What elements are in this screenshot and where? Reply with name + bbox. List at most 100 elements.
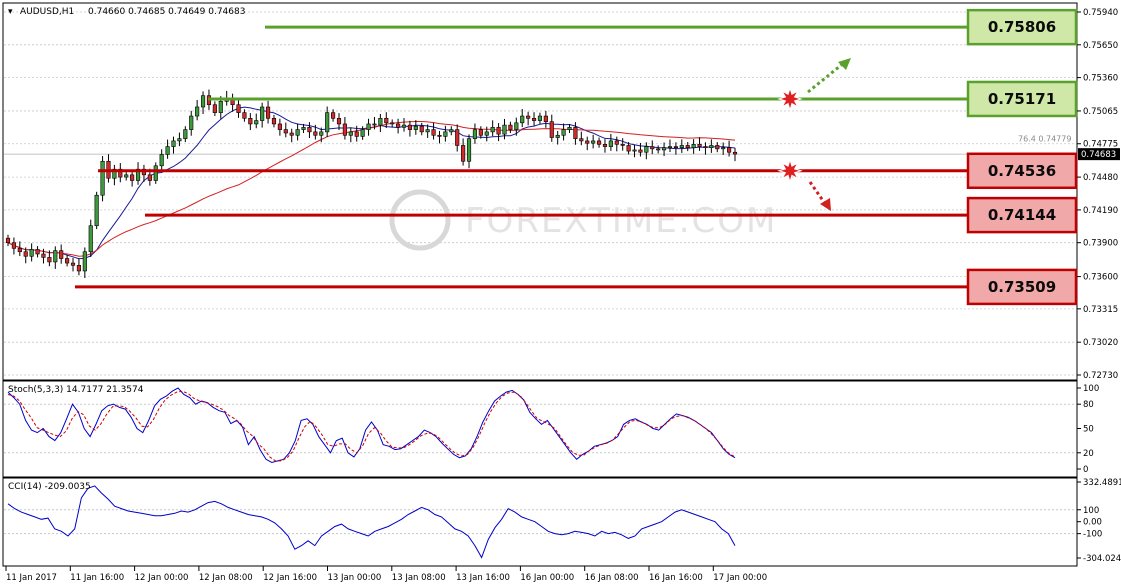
chart-canvas: 76.4 0.74779 FOREXTIME.COM 0.75806 0.7517… xyxy=(0,0,1121,588)
candle-bear xyxy=(496,127,501,135)
candle-bull xyxy=(171,140,176,147)
candle-bull xyxy=(401,124,407,128)
burst-icon xyxy=(777,86,803,112)
candle-bear xyxy=(437,134,442,137)
candle-bull xyxy=(195,106,200,117)
candle-bull xyxy=(413,125,418,130)
candle-bear xyxy=(396,123,401,128)
candle-bull xyxy=(124,174,129,178)
candle-bear xyxy=(271,117,277,125)
candle-bear xyxy=(47,257,52,263)
candle-bull xyxy=(53,250,58,263)
candle-bull xyxy=(608,140,613,147)
candle-bear xyxy=(656,148,661,151)
candle-bull xyxy=(301,127,306,130)
candle-bull xyxy=(632,149,637,152)
candle-bull xyxy=(502,124,507,135)
candle-bear xyxy=(313,131,318,136)
price-tick-label: 0.73600 xyxy=(1083,273,1118,283)
time-tick-label: 12 Jan 16:00 xyxy=(263,573,317,583)
candle-bear xyxy=(673,146,678,149)
fib-label: 76.4 0.74779 xyxy=(1018,134,1071,143)
candle-bear xyxy=(372,123,377,126)
cci-title: CCI(14) -209.0035 xyxy=(8,482,91,492)
candle-bear xyxy=(431,129,436,136)
stoch-tick-label: 50 xyxy=(1083,425,1094,435)
candle-bear xyxy=(620,144,625,146)
candle-bear xyxy=(147,174,152,181)
level-label-0.75806: 0.75806 xyxy=(988,18,1056,36)
candle-bear xyxy=(531,117,537,121)
candle-bear xyxy=(212,104,217,113)
candle-bear xyxy=(342,123,347,136)
price-tick-label: 0.74190 xyxy=(1083,206,1118,216)
current-price-label: 0.74683 xyxy=(1081,150,1116,160)
candle-bear xyxy=(70,262,76,266)
candle-bear xyxy=(508,124,513,130)
price-tick-label: 0.74480 xyxy=(1083,173,1118,183)
candle-bull xyxy=(721,147,726,150)
time-tick-label: 12 Jan 08:00 xyxy=(199,573,253,583)
candle-bear xyxy=(59,250,64,259)
candle-bear xyxy=(638,149,643,153)
time-tick-label: 16 Jan 16:00 xyxy=(649,573,703,583)
candle-bull xyxy=(165,146,170,155)
candle-bull xyxy=(29,249,34,257)
candle-bull xyxy=(490,127,495,133)
candle-bear xyxy=(455,129,460,146)
stoch-tick-label: 80 xyxy=(1083,400,1094,410)
candle-bear xyxy=(602,144,608,147)
cci-tick-label: 0.00 xyxy=(1083,518,1102,528)
candle-bear xyxy=(23,251,28,257)
candle-bear xyxy=(289,132,294,136)
level-label-0.74144: 0.74144 xyxy=(988,206,1056,224)
price-tick-label: 0.75065 xyxy=(1083,107,1118,117)
candle-bear xyxy=(549,121,554,138)
candle-bull xyxy=(537,115,543,121)
candle-bull xyxy=(82,251,87,272)
time-tick-label: 13 Jan 16:00 xyxy=(456,573,510,583)
candle-bull xyxy=(567,127,572,130)
stoch-tick-label: 0 xyxy=(1083,465,1088,475)
candle-bull xyxy=(88,225,93,253)
candle-bull xyxy=(94,194,99,227)
candle-bull xyxy=(254,120,259,125)
candle-bear xyxy=(384,117,389,124)
time-tick-label: 16 Jan 00:00 xyxy=(520,573,574,583)
candle-bear xyxy=(585,140,590,144)
candle-bull xyxy=(295,129,300,136)
time-tick-label: 13 Jan 00:00 xyxy=(328,573,382,583)
candle-bull xyxy=(177,138,182,142)
level-label-0.74536: 0.74536 xyxy=(988,162,1056,180)
candle-bear xyxy=(685,145,690,149)
stoch-title: Stoch(5,3,3) 14.7177 21.3574 xyxy=(8,385,144,395)
candle-bull xyxy=(679,145,684,149)
candle-bull xyxy=(100,160,105,196)
candle-bull xyxy=(591,140,596,144)
cci-tick-label: -100 xyxy=(1083,530,1102,540)
stoch-tick-label: 100 xyxy=(1083,384,1099,394)
candle-bull xyxy=(709,145,714,149)
price-tick-label: 0.75360 xyxy=(1083,74,1118,84)
candle-bear xyxy=(626,145,631,152)
time-tick-label: 17 Jan 00:00 xyxy=(713,573,767,583)
candle-bear xyxy=(732,151,738,155)
candle-bull xyxy=(561,129,566,136)
candle-bull xyxy=(484,131,489,136)
candle-bear xyxy=(248,117,253,125)
cci-tick-label: -304.0243 xyxy=(1083,554,1121,564)
time-tick-label: 11 Jan 16:00 xyxy=(70,573,124,583)
candle-bear xyxy=(11,242,16,249)
time-tick-label: 12 Jan 00:00 xyxy=(135,573,189,583)
candle-bear xyxy=(331,112,336,119)
candle-bear xyxy=(596,140,602,145)
collapse-arrow-icon[interactable]: ▾ xyxy=(8,7,13,17)
candle-bear xyxy=(354,131,359,137)
candle-bear xyxy=(419,125,424,133)
time-tick-label: 16 Jan 08:00 xyxy=(585,573,639,583)
candle-bear xyxy=(697,144,702,147)
candle-bull xyxy=(159,154,164,167)
time-tick-label: 13 Jan 08:00 xyxy=(392,573,446,583)
candle-bear xyxy=(727,147,732,153)
candle-bull xyxy=(153,165,158,181)
